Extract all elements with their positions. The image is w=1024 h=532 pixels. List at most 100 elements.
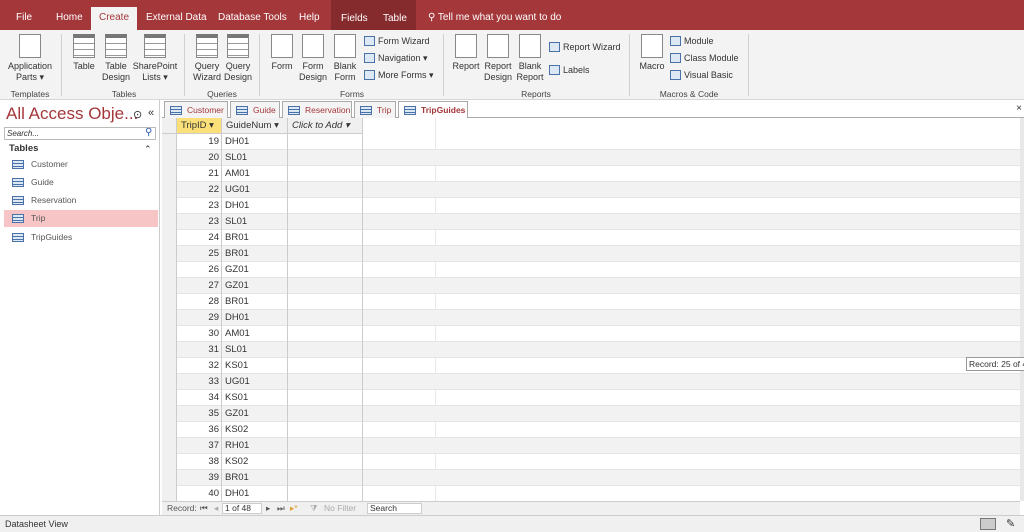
cell-guidenum[interactable]: SL01 <box>222 342 288 358</box>
cell-empty[interactable] <box>288 230 363 246</box>
doc-tab-customer[interactable]: Customer <box>164 101 228 118</box>
tell-me-box[interactable]: ⚲ Tell me what you want to do <box>420 7 569 30</box>
cell-guidenum[interactable]: RH01 <box>222 438 288 454</box>
cell-tripid[interactable]: 23 <box>177 214 222 230</box>
nav-search-input[interactable]: Search... <box>4 127 156 140</box>
record-selector[interactable] <box>162 166 177 182</box>
cell-empty[interactable] <box>288 294 363 310</box>
more-forms-button[interactable]: More Forms ▾ <box>364 70 434 81</box>
doc-tab-trip[interactable]: Trip <box>354 101 396 118</box>
table-row[interactable]: 37 RH01 <box>162 438 1020 454</box>
nav-item-reservation[interactable]: Reservation <box>4 192 158 209</box>
tab-database-tools[interactable]: Database Tools <box>210 7 295 30</box>
cell-tripid[interactable]: 24 <box>177 230 222 246</box>
cell-empty[interactable] <box>288 406 363 422</box>
sort-dropdown-icon[interactable]: ▾ <box>274 120 279 131</box>
cell-empty[interactable] <box>288 246 363 262</box>
record-selector[interactable] <box>162 310 177 326</box>
record-selector[interactable] <box>162 374 177 390</box>
form-button[interactable]: Form <box>268 34 296 72</box>
tab-create[interactable]: Create <box>91 7 138 30</box>
module-button[interactable]: Module <box>670 36 714 46</box>
record-selector[interactable] <box>162 486 177 501</box>
record-selector[interactable] <box>162 406 177 422</box>
cell-tripid[interactable]: 25 <box>177 246 222 262</box>
collapse-pane-icon[interactable]: « <box>148 107 154 119</box>
cell-tripid[interactable]: 31 <box>177 342 222 358</box>
cell-tripid[interactable]: 22 <box>177 182 222 198</box>
cell-empty[interactable] <box>288 422 363 438</box>
search-icon[interactable]: ⚲ <box>145 127 152 138</box>
no-filter-button[interactable]: No Filter <box>324 502 356 515</box>
record-selector[interactable] <box>162 150 177 166</box>
cell-empty[interactable] <box>288 454 363 470</box>
table-button[interactable]: Table <box>70 34 98 72</box>
cell-empty[interactable] <box>288 438 363 454</box>
cell-tripid[interactable]: 28 <box>177 294 222 310</box>
record-selector[interactable] <box>162 470 177 486</box>
table-row[interactable]: 24 BR01 <box>162 230 1020 246</box>
record-selector[interactable] <box>162 294 177 310</box>
cell-tripid[interactable]: 35 <box>177 406 222 422</box>
table-row[interactable]: 20 SL01 <box>162 150 1020 166</box>
nav-menu-dropdown-icon[interactable]: ⊙ <box>133 108 142 121</box>
cell-guidenum[interactable]: DH01 <box>222 486 288 501</box>
cell-tripid[interactable]: 37 <box>177 438 222 454</box>
cell-guidenum[interactable]: AM01 <box>222 166 288 182</box>
cell-empty[interactable] <box>288 166 363 182</box>
cell-guidenum[interactable]: KS01 <box>222 390 288 406</box>
cell-guidenum[interactable]: GZ01 <box>222 406 288 422</box>
collapse-section-icon[interactable]: ⌃ <box>144 144 152 155</box>
cell-tripid[interactable]: 19 <box>177 134 222 150</box>
tab-file[interactable]: File <box>8 7 40 30</box>
blank-form-button[interactable]: Blank Form <box>331 34 359 83</box>
cell-empty[interactable] <box>288 198 363 214</box>
table-row[interactable]: 23 DH01 <box>162 198 1020 214</box>
query-wizard-button[interactable]: Query Wizard <box>192 34 222 83</box>
report-design-button[interactable]: Report Design <box>483 34 513 83</box>
record-selector[interactable] <box>162 422 177 438</box>
cell-tripid[interactable]: 39 <box>177 470 222 486</box>
vertical-scrollbar[interactable] <box>1020 118 1024 501</box>
table-row[interactable]: 33 UG01 <box>162 374 1020 390</box>
record-selector[interactable] <box>162 134 177 150</box>
cell-tripid[interactable]: 27 <box>177 278 222 294</box>
table-row[interactable]: 35 GZ01 <box>162 406 1020 422</box>
tab-external-data[interactable]: External Data <box>138 7 215 30</box>
cell-guidenum[interactable]: KS02 <box>222 454 288 470</box>
record-selector[interactable] <box>162 198 177 214</box>
table-row[interactable]: 40 DH01 <box>162 486 1020 501</box>
table-design-button[interactable]: Table Design <box>101 34 131 83</box>
tab-table[interactable]: Table <box>374 0 416 30</box>
cell-guidenum[interactable]: DH01 <box>222 134 288 150</box>
cell-guidenum[interactable]: KS01 <box>222 358 288 374</box>
record-selector[interactable] <box>162 182 177 198</box>
cell-empty[interactable] <box>288 150 363 166</box>
table-row[interactable]: 39 BR01 <box>162 470 1020 486</box>
application-parts-button[interactable]: Application Parts ▾ <box>4 34 56 83</box>
cell-tripid[interactable]: 26 <box>177 262 222 278</box>
cell-guidenum[interactable]: SL01 <box>222 214 288 230</box>
close-tab-icon[interactable]: × <box>1016 103 1022 114</box>
cell-tripid[interactable]: 30 <box>177 326 222 342</box>
design-view-icon[interactable]: ✎ <box>1006 516 1015 532</box>
labels-button[interactable]: Labels <box>549 65 590 75</box>
cell-guidenum[interactable]: UG01 <box>222 374 288 390</box>
cell-guidenum[interactable]: BR01 <box>222 246 288 262</box>
table-row[interactable]: 31 SL01 <box>162 342 1020 358</box>
select-all-corner[interactable] <box>162 118 177 134</box>
navigation-button[interactable]: Navigation ▾ <box>364 53 428 64</box>
tab-home[interactable]: Home <box>48 7 91 30</box>
cell-empty[interactable] <box>288 310 363 326</box>
record-selector[interactable] <box>162 246 177 262</box>
nav-section-tables[interactable]: Tables <box>9 143 38 154</box>
previous-record-button[interactable]: ◂ <box>214 502 218 515</box>
cell-guidenum[interactable]: DH01 <box>222 310 288 326</box>
table-row[interactable]: 32 KS01 <box>162 358 1020 374</box>
table-row[interactable]: 34 KS01 <box>162 390 1020 406</box>
cell-empty[interactable] <box>288 390 363 406</box>
record-selector[interactable] <box>162 262 177 278</box>
record-selector[interactable] <box>162 454 177 470</box>
cell-tripid[interactable]: 21 <box>177 166 222 182</box>
blank-report-button[interactable]: Blank Report <box>515 34 545 83</box>
